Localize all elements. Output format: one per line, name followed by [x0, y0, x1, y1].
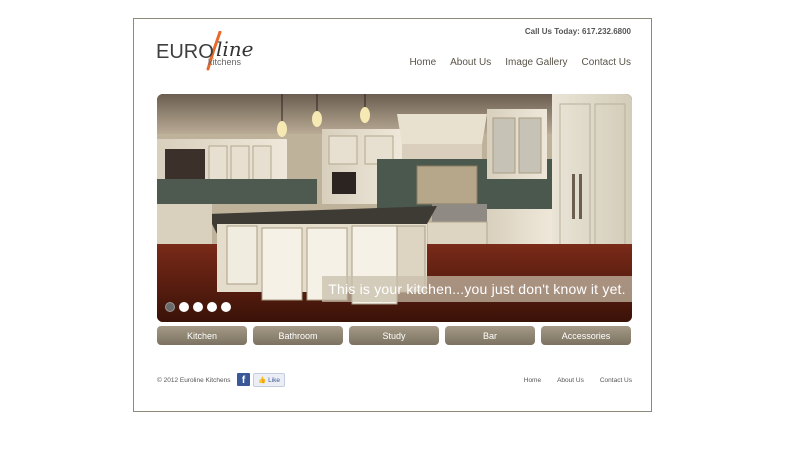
euroline-logo[interactable]: EURO line kitchens [156, 31, 266, 71]
hero-caption: This is your kitchen...you just don't kn… [322, 276, 632, 302]
slide-dot-5[interactable] [221, 302, 231, 312]
footer-nav-about-us[interactable]: About Us [557, 377, 584, 384]
copyright-text: © 2012 Euroline Kitchens [157, 377, 231, 384]
category-buttons: Kitchen Bathroom Study Bar Accessories [157, 326, 631, 345]
footer-nav-contact-us[interactable]: Contact Us [600, 377, 632, 384]
slide-dot-3[interactable] [193, 302, 203, 312]
slide-dot-2[interactable] [179, 302, 189, 312]
slide-dot-1[interactable] [165, 302, 175, 312]
call-us-phone: Call Us Today: 617.232.6800 [524, 27, 631, 36]
footer-nav: Home About Us Contact Us [524, 377, 632, 384]
category-bathroom-button[interactable]: Bathroom [253, 326, 343, 345]
category-kitchen-button[interactable]: Kitchen [157, 326, 247, 345]
nav-about-us[interactable]: About Us [450, 57, 491, 68]
like-label: Like [268, 376, 281, 384]
thumbs-up-icon: 👍 [258, 377, 267, 384]
slide-pagination [165, 302, 231, 312]
nav-home[interactable]: Home [409, 57, 436, 68]
main-nav: Home About Us Image Gallery Contact Us [409, 57, 631, 68]
nav-contact-us[interactable]: Contact Us [582, 57, 631, 68]
category-bar-button[interactable]: Bar [445, 326, 535, 345]
facebook-icon[interactable]: f [237, 373, 250, 386]
hero-slideshow[interactable]: This is your kitchen...you just don't kn… [157, 94, 632, 322]
logo-euro-text: EURO [156, 41, 214, 63]
footer-nav-home[interactable]: Home [524, 377, 541, 384]
logo-kitchens-text: kitchens [208, 57, 242, 67]
slide-dot-4[interactable] [207, 302, 217, 312]
nav-image-gallery[interactable]: Image Gallery [505, 57, 567, 68]
footer: © 2012 Euroline Kitchens f 👍 Like Home A… [157, 373, 632, 391]
page-frame: EURO line kitchens Call Us Today: 617.23… [133, 18, 652, 412]
category-accessories-button[interactable]: Accessories [541, 326, 631, 345]
hero-caption-text: This is your kitchen...you just don't kn… [328, 281, 626, 297]
facebook-like-button[interactable]: 👍 Like [253, 373, 286, 387]
category-study-button[interactable]: Study [349, 326, 439, 345]
